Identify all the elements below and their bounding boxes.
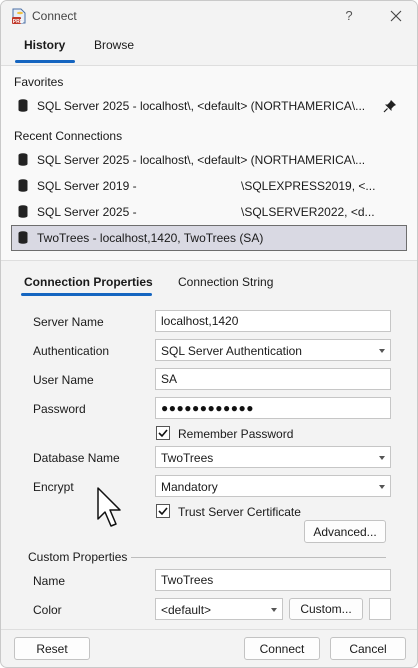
color-select[interactable]: <default>	[155, 598, 283, 620]
database-icon	[18, 99, 28, 112]
mouse-cursor-icon	[97, 487, 121, 527]
dropdown-arrow-icon	[379, 485, 385, 489]
title-bar: PRE Connect ?	[1, 1, 417, 33]
color-value: <default>	[161, 603, 212, 617]
custom-name-input[interactable]	[155, 569, 391, 591]
recent-connection-item[interactable]: SQL Server 2025 - localhost\, <default> …	[11, 148, 407, 172]
user-name-input[interactable]	[155, 368, 391, 390]
database-name-value: TwoTrees	[161, 451, 214, 465]
favorites-label: Favorites	[14, 75, 64, 89]
authentication-value: SQL Server Authentication	[161, 344, 302, 358]
recent-connection-instance: \SQLEXPRESS2019, <...	[241, 179, 376, 193]
connect-button[interactable]: Connect	[244, 637, 320, 660]
help-button[interactable]: ?	[338, 5, 360, 27]
favorite-item-label: SQL Server 2025 - localhost\, <default> …	[37, 99, 366, 113]
database-name-label: Database Name	[33, 451, 120, 465]
recent-connection-item[interactable]: SQL Server 2025 - \SQLSERVER2022, <d...	[11, 200, 407, 224]
custom-properties-divider	[131, 557, 386, 558]
password-mask: ●●●●●●●●●●●●	[161, 401, 254, 415]
history-panel: Favorites SQL Server 2025 - localhost\, …	[1, 65, 417, 261]
recent-connection-label: SQL Server 2025 - localhost\, <default> …	[37, 153, 366, 167]
ssms-app-icon: PRE	[12, 8, 26, 25]
authentication-label: Authentication	[33, 344, 110, 358]
favorite-item[interactable]: SQL Server 2025 - localhost\, <default> …	[11, 94, 407, 118]
recent-connection-label: TwoTrees - localhost,1420, TwoTrees (SA)	[37, 231, 264, 245]
remember-password-checkbox[interactable]	[156, 426, 170, 440]
dropdown-arrow-icon	[271, 608, 277, 612]
advanced-button[interactable]: Advanced...	[304, 520, 386, 543]
encrypt-select[interactable]: Mandatory	[155, 475, 391, 497]
reset-button[interactable]: Reset	[14, 637, 90, 660]
custom-color-button[interactable]: Custom...	[289, 598, 363, 620]
recent-connection-item[interactable]: SQL Server 2019 - \SQLEXPRESS2019, <...	[11, 174, 407, 198]
server-name-input[interactable]	[155, 310, 391, 332]
dropdown-arrow-icon	[379, 456, 385, 460]
tab-connection-properties[interactable]: Connection Properties	[24, 275, 153, 289]
server-name-label: Server Name	[33, 315, 104, 329]
recent-connection-instance: \SQLSERVER2022, <d...	[241, 205, 375, 219]
trust-server-certificate-label: Trust Server Certificate	[178, 505, 301, 519]
trust-server-certificate-checkbox[interactable]	[156, 504, 170, 518]
color-label: Color	[33, 603, 62, 617]
dropdown-arrow-icon	[379, 349, 385, 353]
tab-history[interactable]: History	[24, 38, 65, 52]
color-swatch	[369, 598, 391, 620]
connect-dialog: PRE Connect ? History Browse Favorites S…	[0, 0, 418, 668]
database-icon	[18, 205, 28, 218]
cancel-button[interactable]: Cancel	[330, 637, 406, 660]
encrypt-label: Encrypt	[33, 480, 74, 494]
pin-icon[interactable]	[383, 99, 397, 113]
custom-name-label: Name	[33, 574, 66, 588]
database-icon	[18, 179, 28, 192]
window-title: Connect	[32, 9, 77, 23]
footer-divider	[1, 629, 417, 630]
checkmark-icon	[158, 429, 168, 438]
recent-connection-item-selected[interactable]: TwoTrees - localhost,1420, TwoTrees (SA)	[11, 225, 407, 251]
password-label: Password	[33, 402, 86, 416]
database-name-select[interactable]: TwoTrees	[155, 446, 391, 468]
database-icon	[18, 231, 28, 244]
close-button[interactable]	[385, 5, 407, 27]
password-input[interactable]: ●●●●●●●●●●●●	[155, 397, 391, 419]
svg-text:PRE: PRE	[13, 19, 24, 25]
recent-connection-label: SQL Server 2019 -	[37, 179, 137, 193]
database-icon	[18, 153, 28, 166]
recent-connections-label: Recent Connections	[14, 129, 123, 143]
remember-password-label: Remember Password	[178, 427, 294, 441]
encrypt-value: Mandatory	[161, 480, 218, 494]
tab-browse[interactable]: Browse	[94, 38, 134, 52]
active-props-tab-indicator	[21, 293, 152, 296]
recent-connection-label: SQL Server 2025 -	[37, 205, 137, 219]
active-tab-indicator	[15, 60, 75, 63]
checkmark-icon	[158, 507, 168, 516]
user-name-label: User Name	[33, 373, 94, 387]
authentication-select[interactable]: SQL Server Authentication	[155, 339, 391, 361]
custom-properties-label: Custom Properties	[28, 550, 128, 564]
close-icon	[390, 10, 402, 22]
tab-connection-string[interactable]: Connection String	[178, 275, 273, 289]
